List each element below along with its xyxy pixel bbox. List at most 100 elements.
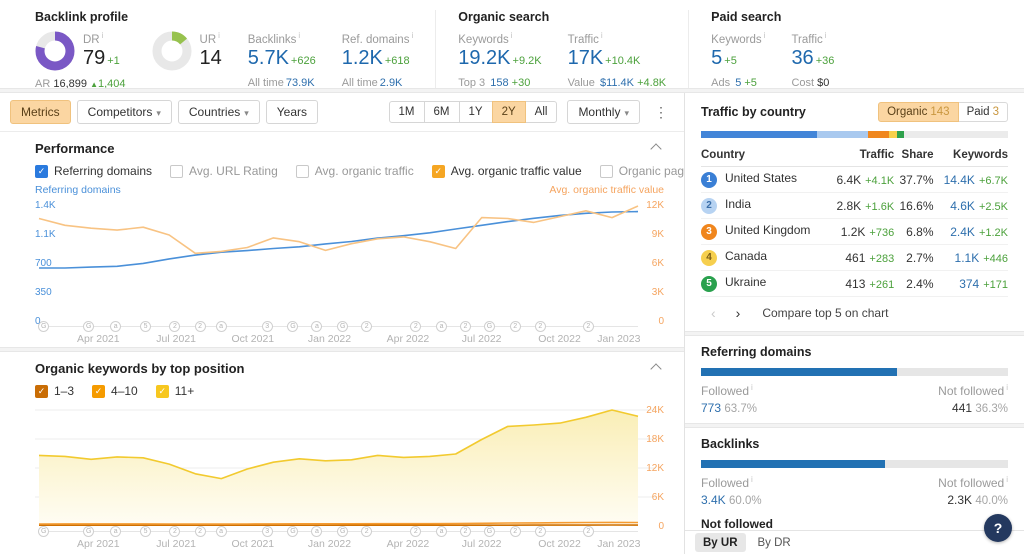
- google-update-marker[interactable]: a: [216, 526, 227, 537]
- granularity-dropdown[interactable]: Monthly▾: [567, 100, 640, 124]
- country-name[interactable]: Canada: [725, 249, 767, 263]
- footer-tab-by-ur[interactable]: By UR: [695, 533, 746, 552]
- paid-filter-button[interactable]: Paid3: [958, 102, 1008, 122]
- x-axis-tick: Oct 2021: [232, 538, 275, 550]
- metric-toggle-avg-organic-traffic[interactable]: Avg. organic traffic: [296, 164, 414, 178]
- google-update-marker[interactable]: a: [110, 526, 121, 537]
- dr-metric: DR 79+1 AR 16,899 ▲1,404: [35, 31, 126, 90]
- tab-countries[interactable]: Countries▾: [178, 100, 260, 124]
- range-1m[interactable]: 1M: [389, 101, 425, 123]
- x-axis-tick: Oct 2022: [538, 538, 581, 550]
- followed-count-link[interactable]: 773: [701, 401, 721, 415]
- google-update-marker[interactable]: G: [83, 321, 94, 332]
- position-toggle-1-3[interactable]: ✓1–3: [35, 384, 74, 398]
- google-update-marker[interactable]: 2: [169, 321, 180, 332]
- google-update-marker[interactable]: a: [311, 321, 322, 332]
- google-update-marker[interactable]: G: [83, 526, 94, 537]
- google-update-marker[interactable]: 2: [535, 526, 546, 537]
- google-update-marker[interactable]: 2: [361, 526, 372, 537]
- range-6m[interactable]: 6M: [424, 101, 460, 123]
- range-all[interactable]: All: [525, 101, 558, 123]
- google-update-marker[interactable]: 3: [262, 526, 273, 537]
- google-update-marker[interactable]: 2: [361, 321, 372, 332]
- metric-toggle-organic-pages[interactable]: Organic pages: [600, 164, 697, 178]
- google-update-marker[interactable]: 5: [140, 321, 151, 332]
- checkbox-icon: [296, 165, 309, 178]
- keywords-link[interactable]: 374: [959, 277, 979, 291]
- collapse-chevron-icon[interactable]: [650, 143, 661, 154]
- x-axis-tick: Jan 2023: [597, 538, 640, 550]
- google-update-marker[interactable]: 5: [140, 526, 151, 537]
- column-header-country[interactable]: Country: [701, 145, 827, 167]
- prev-page-icon[interactable]: ‹: [701, 305, 726, 321]
- google-update-marker[interactable]: G: [337, 321, 348, 332]
- google-update-marker[interactable]: 2: [510, 526, 521, 537]
- country-name[interactable]: India: [725, 197, 751, 211]
- google-update-marker[interactable]: G: [38, 321, 49, 332]
- chevron-down-icon: ▾: [156, 108, 161, 118]
- google-update-marker[interactable]: G: [287, 321, 298, 332]
- y-axis-tick: 6K: [638, 258, 664, 269]
- country-name[interactable]: Ukraine: [725, 275, 766, 289]
- position-toggle-4-10[interactable]: ✓4–10: [92, 384, 138, 398]
- organic-filter-button[interactable]: Organic143: [878, 102, 958, 122]
- next-page-icon[interactable]: ›: [726, 305, 751, 321]
- google-update-marker[interactable]: a: [110, 321, 121, 332]
- more-menu-icon[interactable]: ⋮: [650, 104, 672, 121]
- country-name[interactable]: United States: [725, 171, 797, 185]
- google-update-marker[interactable]: 2: [535, 321, 546, 332]
- google-update-marker[interactable]: 2: [195, 526, 206, 537]
- google-update-marker[interactable]: 2: [460, 526, 471, 537]
- keywords-link[interactable]: 1.1K: [955, 251, 980, 265]
- google-update-marker[interactable]: G: [337, 526, 348, 537]
- country-share-bar: [701, 131, 1008, 138]
- dr-delta: +1: [107, 55, 120, 67]
- metric-toggle-referring-domains[interactable]: ✓Referring domains: [35, 164, 152, 178]
- metric-toggle-avg-organic-traffic-value[interactable]: ✓Avg. organic traffic value: [432, 164, 582, 178]
- google-update-marker[interactable]: 2: [583, 321, 594, 332]
- google-update-marker[interactable]: 2: [410, 526, 421, 537]
- compare-top5-link[interactable]: Compare top 5 on chart: [762, 306, 888, 320]
- google-update-marker[interactable]: 2: [169, 526, 180, 537]
- google-update-marker[interactable]: 2: [460, 321, 471, 332]
- help-button[interactable]: ?: [984, 514, 1012, 542]
- column-header-keywords[interactable]: Keywords: [934, 145, 1008, 167]
- keywords-link[interactable]: 14.4K: [944, 173, 975, 187]
- google-update-marker[interactable]: a: [311, 526, 322, 537]
- google-update-marker[interactable]: 2: [195, 321, 206, 332]
- collapse-chevron-icon[interactable]: [650, 363, 661, 374]
- keywords-link[interactable]: 4.6K: [950, 199, 975, 213]
- google-update-marker[interactable]: G: [484, 526, 495, 537]
- google-update-marker[interactable]: G: [484, 321, 495, 332]
- metric-toggle-avg-url-rating[interactable]: Avg. URL Rating: [170, 164, 278, 178]
- keywords-plot[interactable]: 24K18K12K6K0: [35, 402, 664, 526]
- keywords-link[interactable]: 2.4K: [950, 225, 975, 239]
- tab-metrics[interactable]: Metrics: [10, 100, 71, 124]
- position-toggle-11[interactable]: ✓11+: [156, 384, 194, 398]
- country-name[interactable]: United Kingdom: [725, 223, 810, 237]
- column-header-traffic[interactable]: Traffic: [827, 145, 894, 167]
- ur-donut-chart: [152, 31, 192, 71]
- tab-competitors[interactable]: Competitors▾: [77, 100, 172, 124]
- google-update-marker[interactable]: a: [216, 321, 227, 332]
- google-update-marker[interactable]: 2: [583, 526, 594, 537]
- google-update-marker[interactable]: G: [287, 526, 298, 537]
- x-axis-tick: Jan 2023: [597, 333, 640, 345]
- column-header-share[interactable]: Share: [894, 145, 933, 167]
- range-2y[interactable]: 2Y: [492, 101, 526, 123]
- followed-count-link[interactable]: 3.4K: [701, 493, 726, 507]
- footer-tab-by-dr[interactable]: By DR: [750, 533, 799, 552]
- google-update-marker[interactable]: 3: [262, 321, 273, 332]
- google-update-marker[interactable]: G: [38, 526, 49, 537]
- keywords-delta: +446: [983, 253, 1008, 265]
- share-bar-segment: [868, 131, 889, 138]
- range-1y[interactable]: 1Y: [459, 101, 493, 123]
- google-update-marker[interactable]: a: [436, 321, 447, 332]
- performance-plot[interactable]: 1.4K1.1K700350012K9K6K3K0: [35, 197, 664, 321]
- google-update-marker[interactable]: 2: [510, 321, 521, 332]
- x-axis-tick: Apr 2021: [77, 538, 120, 550]
- tab-years[interactable]: Years: [266, 100, 318, 124]
- google-update-marker[interactable]: 2: [410, 321, 421, 332]
- google-update-marker[interactable]: a: [436, 526, 447, 537]
- referring-domains-panel: Referring domains Followed 773 63.7% Not…: [685, 336, 1024, 423]
